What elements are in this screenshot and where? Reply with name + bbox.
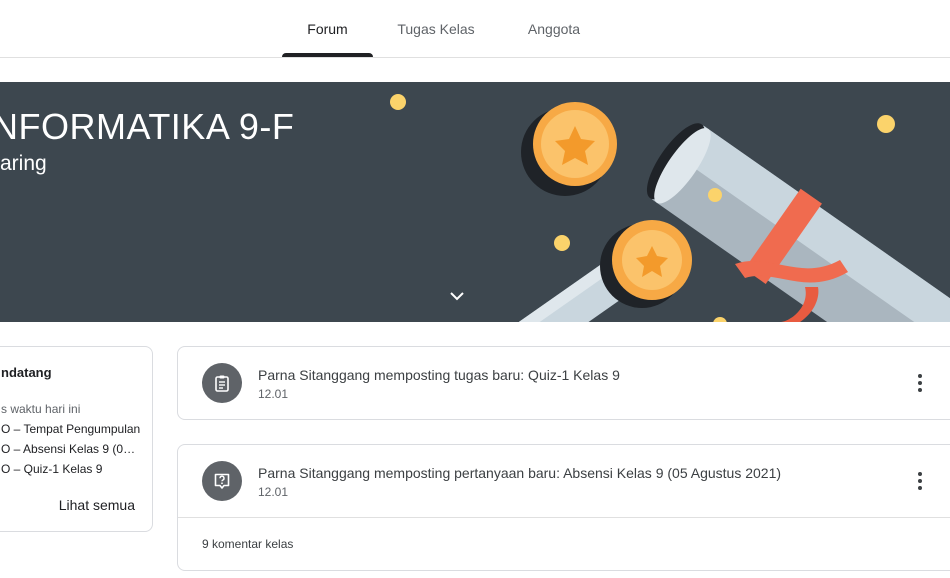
class-banner: NFORMATIKA 9-F aring (0, 82, 950, 322)
stream-post-assignment[interactable]: Parna Sitanggang memposting tugas baru: … (177, 346, 950, 420)
view-all-link[interactable]: Lihat semua (59, 497, 135, 513)
tab-anggota[interactable]: Anggota (512, 0, 596, 57)
upcoming-item[interactable]: O – Quiz-1 Kelas 9 (1, 462, 141, 476)
expand-chevron-icon[interactable] (447, 286, 467, 306)
post-title: Parna Sitanggang memposting pertanyaan b… (258, 465, 782, 481)
upcoming-title: ndatang (1, 365, 52, 380)
active-tab-indicator (282, 53, 373, 57)
more-options-icon[interactable] (910, 371, 930, 395)
tab-forum-label: Forum (307, 20, 348, 37)
upcoming-due-label: s waktu hari ini (1, 402, 81, 416)
upcoming-item[interactable]: O – Absensi Kelas 9 (05 Agustus 2021) (1, 442, 141, 456)
post-title: Parna Sitanggang memposting tugas baru: … (258, 367, 620, 383)
class-comments-row: 9 komentar kelas (178, 517, 950, 569)
upcoming-card: ndatang s waktu hari ini O – Tempat Peng… (0, 346, 153, 532)
tab-anggota-label: Anggota (527, 20, 581, 37)
upcoming-item[interactable]: O – Tempat Pengumpulan (1, 422, 141, 436)
assignment-icon (202, 363, 242, 403)
tab-forum[interactable]: Forum (282, 0, 373, 57)
question-icon (202, 461, 242, 501)
class-comments-link[interactable]: 9 komentar kelas (202, 537, 293, 551)
class-title: NFORMATIKA 9-F (0, 106, 295, 147)
post-time: 12.01 (258, 387, 289, 401)
top-navigation: Forum Tugas Kelas Anggota (0, 0, 950, 58)
more-options-icon[interactable] (910, 469, 930, 493)
class-subtitle: aring (0, 152, 47, 175)
tab-tugas-kelas-label: Tugas Kelas (397, 20, 475, 37)
stream-post-question[interactable]: Parna Sitanggang memposting pertanyaan b… (177, 444, 950, 571)
tab-tugas-kelas[interactable]: Tugas Kelas (386, 0, 486, 57)
post-time: 12.01 (258, 485, 289, 499)
